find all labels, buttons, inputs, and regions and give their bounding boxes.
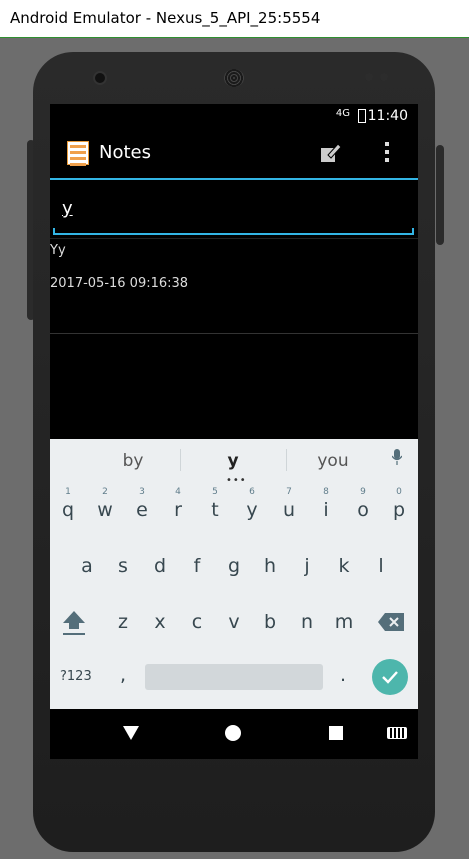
overflow-menu-icon[interactable] (384, 142, 390, 166)
app-title: Notes (99, 142, 151, 163)
light-sensor (380, 73, 388, 81)
comma-key[interactable]: , (120, 664, 126, 686)
note-title: Yy (50, 243, 66, 258)
search-underline (53, 228, 414, 235)
period-key[interactable]: . (340, 664, 346, 686)
keyboard-switch-icon[interactable] (387, 727, 407, 739)
navigation-bar (50, 709, 418, 759)
list-item[interactable]: Yy 2017-05-16 09:16:38 (50, 238, 418, 334)
key-e[interactable]: 3e (127, 487, 157, 531)
device-screen: 4G 11:40 Notes y Yy 2017-05-16 09:16:38 … (50, 104, 418, 759)
key-p[interactable]: 0p (384, 487, 414, 531)
key-m[interactable]: m (329, 601, 359, 643)
notes-app-icon (67, 141, 89, 166)
battery-icon (358, 109, 366, 123)
checkmark-icon (382, 671, 398, 684)
phone-side-button-right (436, 145, 444, 245)
key-x[interactable]: x (145, 601, 175, 643)
key-u[interactable]: 7u (274, 487, 304, 531)
space-bar[interactable] (145, 664, 323, 690)
soft-keyboard: by y ••• you 1q 2w 3e 4r 5t 6y 7u 8i 9o … (50, 439, 418, 709)
backspace-icon[interactable] (378, 613, 404, 631)
key-y[interactable]: 6y (237, 487, 267, 531)
key-t[interactable]: 5t (200, 487, 230, 531)
key-k[interactable]: k (329, 545, 359, 587)
suggestion-right[interactable]: you (288, 451, 378, 471)
suggestion-strip: by y ••• you (50, 439, 418, 486)
key-l[interactable]: l (366, 545, 396, 587)
key-q[interactable]: 1q (53, 487, 83, 531)
shift-icon[interactable] (62, 609, 86, 637)
action-bar: Notes (50, 128, 418, 179)
key-j[interactable]: j (292, 545, 322, 587)
key-n[interactable]: n (292, 601, 322, 643)
key-w[interactable]: 2w (90, 487, 120, 531)
key-d[interactable]: d (145, 545, 175, 587)
key-f[interactable]: f (182, 545, 212, 587)
key-b[interactable]: b (255, 601, 285, 643)
key-o[interactable]: 9o (348, 487, 378, 531)
network-indicator: 4G (335, 108, 350, 119)
suggestion-left[interactable]: by (88, 451, 178, 471)
key-i[interactable]: 8i (311, 487, 341, 531)
status-bar: 4G 11:40 (50, 104, 418, 128)
new-note-icon[interactable] (320, 142, 342, 164)
proximity-sensor (365, 73, 373, 81)
search-input[interactable]: y (62, 198, 73, 219)
more-suggestions-icon[interactable]: ••• (226, 475, 247, 486)
symbols-key[interactable]: ?123 (60, 669, 92, 684)
key-h[interactable]: h (255, 545, 285, 587)
suggestion-divider (286, 449, 287, 471)
key-c[interactable]: c (182, 601, 212, 643)
window-titlebar: Android Emulator - Nexus_5_API_25:5554 (0, 0, 469, 38)
front-camera (95, 73, 105, 83)
back-icon[interactable] (123, 726, 139, 740)
key-g[interactable]: g (219, 545, 249, 587)
window-title: Android Emulator - Nexus_5_API_25:5554 (10, 9, 321, 27)
home-icon[interactable] (225, 725, 241, 741)
suggestion-center[interactable]: y (188, 451, 278, 471)
microphone-icon[interactable] (392, 449, 402, 465)
key-a[interactable]: a (72, 545, 102, 587)
suggestion-divider (180, 449, 181, 471)
recents-icon[interactable] (329, 726, 343, 740)
earpiece-speaker (224, 69, 244, 87)
key-v[interactable]: v (219, 601, 249, 643)
search-field[interactable]: y (50, 178, 418, 238)
search-top-divider (50, 178, 418, 180)
key-z[interactable]: z (108, 601, 138, 643)
note-date: 2017-05-16 09:16:38 (50, 276, 189, 291)
clock: 11:40 (367, 108, 408, 124)
key-s[interactable]: s (108, 545, 138, 587)
enter-key[interactable] (372, 659, 408, 695)
key-r[interactable]: 4r (163, 487, 193, 531)
